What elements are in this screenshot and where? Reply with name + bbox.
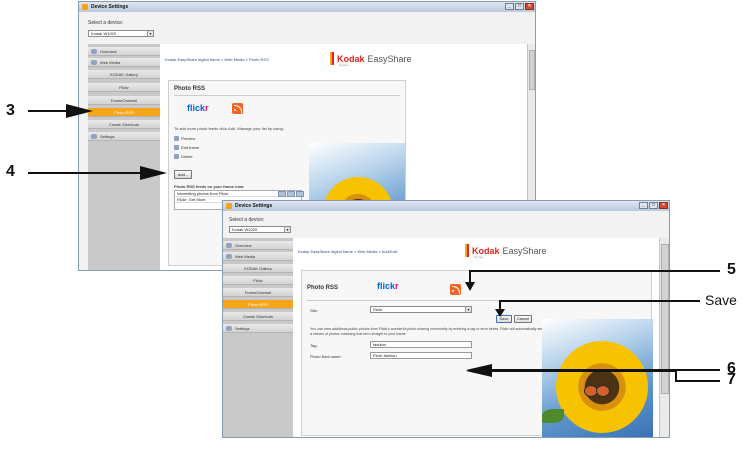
tag-input[interactable]: fashion (370, 341, 472, 348)
content-area: Kodak EasyShare digital frame » Web Medi… (293, 238, 659, 437)
arrow-icon (140, 166, 167, 180)
site-select-value: Flickr (373, 307, 383, 312)
arrow-icon (466, 365, 492, 377)
system-label: System (474, 255, 485, 259)
window-title: Device Settings (235, 203, 273, 209)
delete-mini-icon[interactable] (296, 191, 304, 197)
kodak-mark-icon (330, 52, 334, 65)
easyshare-brand: EasyShare (367, 53, 412, 64)
site-label: Site: (310, 308, 319, 313)
kodak-mark-icon (465, 244, 469, 257)
title-bar[interactable]: Device Settings _ □ × (79, 2, 535, 12)
chevron-down-icon[interactable]: ▾ (465, 307, 471, 312)
rss-icon (232, 103, 243, 114)
sidebar-item-web-media[interactable]: Web Media (223, 252, 293, 261)
action-preview: Preview (174, 136, 195, 142)
intro-text: To add more photo feeds click Add. Manag… (174, 126, 284, 131)
arrow-icon (66, 104, 93, 118)
maximize-button[interactable]: □ (515, 3, 524, 10)
photo-feed-name-label: Photo feed name: (310, 354, 342, 359)
window-scrollbar[interactable] (659, 238, 669, 437)
kodak-brand: Kodak (472, 245, 500, 256)
device-select-value: Kodak W1020 (91, 31, 117, 36)
select-device-label: Select a device: (229, 217, 265, 223)
sidebar-item-framechannel[interactable]: FrameChannel (223, 288, 293, 297)
kodak-easyshare-logo: Kodak EasyShare System (330, 52, 412, 67)
sidebar-item-settings[interactable]: Settings (223, 324, 293, 333)
arrow-icon (465, 282, 475, 291)
photo-rss-edit-panel: Photo RSS flickr Site: Flickr ▾ Save Can… (301, 270, 653, 437)
preview-mini-icon[interactable] (278, 191, 286, 197)
callout-4: 4 (6, 163, 15, 180)
edit-mini-icon[interactable] (287, 191, 295, 197)
scrollbar-thumb[interactable] (529, 50, 535, 90)
cancel-button[interactable]: Cancel (514, 315, 532, 323)
sunflower-butterfly-photo (542, 319, 653, 437)
title-bar[interactable]: Device Settings _ □ × (223, 201, 669, 211)
action-delete: Delete (174, 154, 193, 160)
app-icon (82, 4, 88, 10)
easyshare-brand: EasyShare (502, 245, 547, 256)
flickr-logo: flickr (377, 281, 399, 291)
callout-5: 5 (727, 261, 736, 278)
add-button[interactable]: Add... (174, 170, 192, 179)
sidebar-item-web-media[interactable]: Web Media (88, 58, 160, 67)
kodak-easyshare-logo: Kodak EasyShare System (465, 244, 547, 259)
device-select[interactable]: Kodak W1020 ▾ (88, 30, 154, 37)
sidebar-item-kodak-gallery[interactable]: KODAK Gallery (88, 70, 160, 79)
sidebar-item-flickr[interactable]: Flickr (88, 83, 160, 92)
tag-label: Tag: (310, 343, 318, 348)
sidebar-item-create-shortcuts[interactable]: Create Shortcuts (88, 120, 160, 129)
arrow-icon (495, 309, 505, 317)
description-text: You can view additional public photos fr… (310, 327, 546, 336)
device-select-value: Kodak W1020 (232, 227, 258, 232)
device-select[interactable]: Kodak W1020 ▾ (229, 226, 291, 233)
app-icon (226, 203, 232, 209)
rss-icon (450, 284, 461, 295)
panel-title: Photo RSS (174, 86, 205, 92)
callout-3: 3 (6, 102, 15, 119)
system-label: System (339, 63, 350, 67)
close-button[interactable]: × (659, 202, 668, 209)
select-device-label: Select a device: (88, 20, 124, 26)
action-edit-frame: Edit frame (174, 145, 199, 151)
sidebar-item-kodak-gallery[interactable]: KODAK Gallery (223, 264, 293, 273)
callout-7: 7 (727, 371, 736, 388)
device-settings-window-front: Device Settings _ □ × Select a device: K… (222, 200, 670, 438)
callout-save-label: Save (705, 292, 737, 308)
sidebar: Overview Web Media KODAK Gallery Flickr … (88, 44, 160, 270)
sidebar: Overview Web Media KODAK Gallery Flickr … (223, 238, 293, 437)
photo-feed-name-input[interactable]: Flickr fashion (370, 352, 472, 359)
sidebar-item-create-shortcuts[interactable]: Create Shortcuts (223, 312, 293, 321)
sidebar-item-photo-rss[interactable]: Photo RSS (88, 108, 160, 117)
flickr-logo: flickr (187, 103, 209, 113)
minimize-button[interactable]: _ (505, 3, 514, 10)
breadcrumb[interactable]: Kodak EasyShare digital frame » Web Medi… (165, 57, 269, 62)
chevron-down-icon[interactable]: ▾ (147, 31, 153, 36)
maximize-button[interactable]: □ (649, 202, 658, 209)
sidebar-item-flickr[interactable]: Flickr (223, 276, 293, 285)
sidebar-item-overview[interactable]: Overview (223, 241, 293, 250)
chevron-down-icon[interactable]: ▾ (284, 227, 290, 232)
feeds-title: Photo RSS feeds on your frame now: (174, 184, 245, 189)
kodak-brand: Kodak (337, 53, 365, 64)
breadcrumb[interactable]: Kodak EasyShare digital frame » Web Medi… (298, 249, 397, 254)
site-select[interactable]: Flickr ▾ (370, 306, 472, 313)
window-title: Device Settings (91, 4, 129, 10)
panel-title: Photo RSS (307, 285, 338, 291)
close-button[interactable]: × (525, 3, 534, 10)
sidebar-item-settings[interactable]: Settings (88, 132, 160, 141)
sidebar-item-framechannel[interactable]: FrameChannel (88, 96, 160, 105)
sidebar-item-overview[interactable]: Overview (88, 47, 160, 56)
sidebar-item-photo-rss[interactable]: Photo RSS (223, 300, 293, 309)
minimize-button[interactable]: _ (639, 202, 648, 209)
